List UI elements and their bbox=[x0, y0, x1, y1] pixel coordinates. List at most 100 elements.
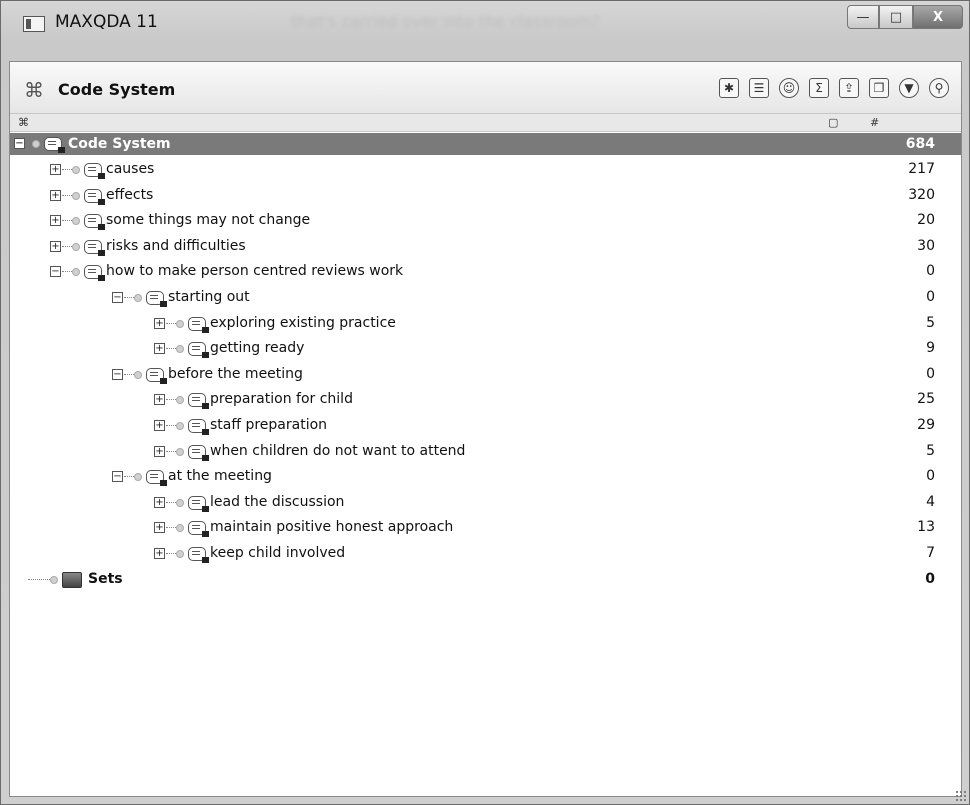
sets-count: 0 bbox=[925, 570, 935, 587]
expand-icon[interactable]: + bbox=[50, 240, 61, 252]
color-column-header[interactable]: ▢ bbox=[828, 116, 838, 129]
tree-item-row[interactable]: + preparation for child 25 bbox=[10, 387, 961, 413]
tree-connector bbox=[166, 501, 176, 503]
code-icon bbox=[188, 444, 209, 461]
tree-item-count: 5 bbox=[926, 442, 935, 459]
collapse-icon[interactable]: − bbox=[50, 266, 61, 278]
status-dot-icon bbox=[176, 524, 184, 533]
sets-icon bbox=[62, 571, 82, 588]
activate-icon[interactable]: ✱ bbox=[719, 78, 739, 98]
code-icon bbox=[84, 265, 105, 282]
minimize-button[interactable]: — bbox=[847, 5, 879, 29]
tree-item-row[interactable]: + causes 217 bbox=[10, 157, 961, 183]
tree-connector bbox=[124, 296, 134, 298]
emoticon-icon[interactable]: ☺ bbox=[779, 78, 799, 98]
tree-connector bbox=[124, 373, 134, 375]
status-dot-icon bbox=[176, 549, 184, 558]
tree-item-row[interactable]: + maintain positive honest approach 13 bbox=[10, 515, 961, 541]
status-dot-icon bbox=[72, 242, 80, 251]
expand-icon[interactable]: + bbox=[154, 496, 165, 508]
tree-item-label: when children do not want to attend bbox=[210, 442, 466, 459]
app-icon[interactable] bbox=[23, 16, 45, 32]
status-dot-icon bbox=[134, 293, 142, 302]
tree-item-row[interactable]: + when children do not want to attend 5 bbox=[10, 439, 961, 465]
expand-icon[interactable]: + bbox=[50, 215, 61, 227]
tree-item-label: exploring existing practice bbox=[210, 314, 396, 331]
status-dot-icon bbox=[176, 498, 184, 507]
code-icon bbox=[84, 239, 105, 256]
collapse-icon[interactable]: − bbox=[14, 138, 25, 149]
expand-icon[interactable]: + bbox=[154, 317, 165, 329]
status-dot-icon bbox=[176, 319, 184, 328]
maximize-button[interactable]: □ bbox=[879, 5, 913, 29]
code-icon bbox=[84, 214, 105, 231]
expand-icon[interactable]: + bbox=[154, 343, 165, 355]
tree-item-row[interactable]: − before the meeting 0 bbox=[10, 362, 961, 388]
expand-icon[interactable]: + bbox=[154, 394, 165, 406]
expand-icon[interactable]: + bbox=[154, 547, 165, 559]
expand-icon[interactable]: + bbox=[154, 522, 165, 534]
tree-item-row[interactable]: + risks and difficulties 30 bbox=[10, 234, 961, 260]
status-dot-icon bbox=[134, 370, 142, 379]
expand-icon[interactable]: + bbox=[154, 419, 165, 431]
tree-item-row[interactable]: + keep child involved 7 bbox=[10, 541, 961, 567]
tree-connector bbox=[166, 322, 176, 324]
status-dot-icon bbox=[176, 421, 184, 430]
tree-connector bbox=[28, 578, 50, 580]
code-icon bbox=[188, 521, 209, 538]
status-dot-icon bbox=[176, 447, 184, 456]
tree-item-row[interactable]: + some things may not change 20 bbox=[10, 208, 961, 234]
tree-item-label: getting ready bbox=[210, 340, 305, 357]
code-icon bbox=[84, 188, 105, 205]
count-column-header[interactable]: # bbox=[870, 116, 879, 129]
tree-connector bbox=[124, 476, 134, 478]
expand-icon[interactable]: + bbox=[154, 445, 165, 457]
tree-item-label: how to make person centred reviews work bbox=[106, 263, 404, 280]
status-dot-icon bbox=[72, 217, 80, 226]
window-controls: — □ X bbox=[847, 5, 963, 29]
collapse-icon[interactable]: − bbox=[112, 291, 123, 303]
tree-item-count: 30 bbox=[917, 237, 935, 254]
tree-items: + causes 217 + effects 320 + some things may no… bbox=[10, 157, 961, 567]
resize-grip[interactable] bbox=[955, 790, 967, 802]
tree-item-count: 217 bbox=[908, 161, 935, 177]
tree-item-label: keep child involved bbox=[210, 544, 346, 561]
filter-icon[interactable]: ▼ bbox=[899, 78, 919, 98]
tree-item-label: staff preparation bbox=[210, 416, 328, 433]
tree-item-count: 20 bbox=[917, 212, 935, 229]
tree-connector bbox=[166, 450, 176, 452]
title-bar[interactable]: MAXQDA 11 that's carried over into the c… bbox=[1, 1, 969, 45]
status-dot-icon bbox=[176, 345, 184, 354]
expand-icon[interactable]: + bbox=[50, 189, 61, 201]
status-dot-icon bbox=[72, 166, 80, 174]
collapse-icon[interactable]: − bbox=[112, 471, 123, 483]
collapse-icon[interactable]: − bbox=[112, 368, 123, 380]
code-icon bbox=[146, 470, 167, 487]
tree-connector bbox=[62, 271, 72, 273]
tree-item-row[interactable]: + effects 320 bbox=[10, 183, 961, 209]
sets-row[interactable]: Sets 0 bbox=[10, 567, 961, 593]
code-icon bbox=[146, 290, 167, 307]
search-icon[interactable]: ⚲ bbox=[929, 78, 949, 98]
tree-item-row[interactable]: + lead the discussion 4 bbox=[10, 490, 961, 516]
code-icon bbox=[188, 393, 209, 410]
tree-root-row[interactable]: − Code System 684 bbox=[10, 133, 961, 155]
window-icon[interactable]: ❐ bbox=[869, 78, 889, 98]
blurred-background-text: that's carried over into the classroom? bbox=[291, 12, 600, 31]
export-icon[interactable]: ⇪ bbox=[839, 78, 859, 98]
tree-connector bbox=[166, 552, 176, 554]
tree-item-row[interactable]: + getting ready 9 bbox=[10, 336, 961, 362]
tree-item-row[interactable]: − how to make person centred reviews work… bbox=[10, 259, 961, 285]
tree-item-label: effects bbox=[106, 186, 154, 203]
tree-item-row[interactable]: − at the meeting 0 bbox=[10, 464, 961, 490]
tree-item-row[interactable]: − starting out 0 bbox=[10, 285, 961, 311]
code-frequency-icon[interactable]: Σ bbox=[809, 78, 829, 98]
close-button[interactable]: X bbox=[913, 5, 963, 29]
panel-title: Code System bbox=[58, 80, 176, 99]
expand-icon[interactable]: + bbox=[50, 164, 61, 175]
panel-toolbar: ✱ ☰ ☺ Σ ⇪ ❐ ▼ ⚲ bbox=[719, 78, 949, 98]
tree-item-row[interactable]: + exploring existing practice 5 bbox=[10, 311, 961, 337]
memo-icon[interactable]: ☰ bbox=[749, 78, 769, 98]
tree-item-row[interactable]: + staff preparation 29 bbox=[10, 413, 961, 439]
tree-column-icon[interactable]: ⌘ bbox=[18, 116, 29, 129]
